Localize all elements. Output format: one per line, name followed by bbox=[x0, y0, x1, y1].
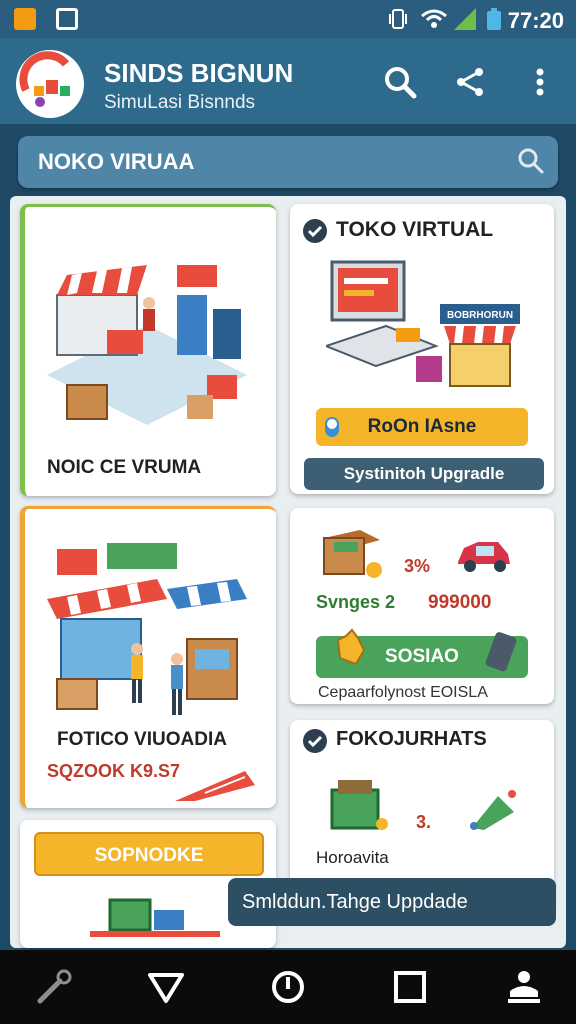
signal-icon bbox=[454, 8, 476, 30]
car-icon bbox=[458, 542, 510, 572]
card-4-stat-label: Svnges 2 bbox=[316, 592, 396, 612]
card-4-percent: 3% bbox=[404, 556, 431, 576]
check-badge-icon-2 bbox=[303, 729, 327, 753]
phone-icon bbox=[485, 632, 517, 672]
toko-virtual-run-button[interactable]: RoOn IAsne bbox=[316, 408, 528, 446]
notification-app-icon bbox=[14, 8, 36, 30]
app-logo bbox=[16, 50, 84, 118]
card-6-footer: Horoavita bbox=[316, 848, 389, 867]
crate-icon bbox=[323, 530, 382, 578]
card-6-title: FOKOJURHATS bbox=[336, 728, 487, 750]
upgrade-button[interactable]: Smlddun.Tahge Uppdade bbox=[228, 878, 556, 926]
search-input[interactable]: NOKO VIRUAA bbox=[38, 149, 194, 175]
notification-screen-icon bbox=[56, 8, 78, 30]
app-bar: SINDS BIGNUN SimuLasi Bisnnds bbox=[0, 38, 576, 124]
card-4-stat-value: 999000 bbox=[428, 592, 492, 613]
store-card-1[interactable]: NOIC CE VRUMA bbox=[20, 204, 276, 496]
market-stall-illustration bbox=[47, 543, 247, 715]
store-card-3[interactable]: FOTICO VIUOADIA SQZOOK K9.S7 bbox=[20, 506, 276, 808]
store-card-toko-virtual[interactable]: TOKO VIRTUAL BOBRHORUN RoOn IAsne Systin… bbox=[290, 204, 554, 494]
recent-apps-icon[interactable] bbox=[390, 967, 430, 1007]
content-area: NOIC CE VRUMA TOKO VIRTUAL BOBRHORUN RoO… bbox=[10, 196, 566, 948]
furniture-illustration bbox=[90, 898, 220, 937]
card-2-title: TOKO VIRTUAL bbox=[336, 218, 494, 241]
navigation-bar bbox=[0, 950, 576, 1024]
search-icon[interactable] bbox=[380, 64, 420, 104]
card-3-caption: FOTICO VIUOADIA bbox=[57, 729, 227, 750]
tool-icon[interactable] bbox=[34, 967, 74, 1007]
cart-icon bbox=[330, 780, 388, 830]
search-field-icon[interactable] bbox=[516, 146, 546, 176]
search-bar[interactable]: NOKO VIRUAA bbox=[18, 136, 558, 188]
card-6-number: 3. bbox=[416, 812, 432, 832]
home-icon[interactable] bbox=[268, 967, 308, 1007]
card-3-price: SQZOOK K9.S7 bbox=[47, 761, 181, 781]
vibrate-icon bbox=[389, 9, 407, 29]
status-time: 77:20 bbox=[507, 8, 564, 33]
truck-icon bbox=[175, 771, 255, 801]
toko-virtual-upgrade-button[interactable]: Systinitoh Upgradle bbox=[304, 458, 544, 490]
back-icon[interactable] bbox=[146, 967, 186, 1007]
store-sign-text: BOBRHORUN bbox=[447, 310, 513, 321]
tag-icon bbox=[470, 790, 516, 830]
battery-icon bbox=[487, 8, 501, 30]
share-icon[interactable] bbox=[450, 64, 490, 104]
toggle-icon bbox=[325, 417, 339, 437]
check-badge-icon bbox=[303, 219, 327, 243]
status-bar: 77:20 bbox=[0, 0, 576, 38]
wifi-icon bbox=[421, 9, 447, 28]
store-illustration bbox=[47, 265, 247, 425]
computer-store-illustration: BOBRHORUN bbox=[326, 260, 520, 387]
accessibility-icon[interactable] bbox=[504, 967, 544, 1007]
hand-icon bbox=[336, 628, 366, 666]
app-subtitle: SimuLasi Bisnnds bbox=[104, 92, 256, 113]
store-card-stats[interactable]: 3% Svnges 2 999000 SOSIAO Cepaarfolynost… bbox=[290, 508, 554, 704]
card-4-footer: Cepaarfolynost EOISLA bbox=[318, 684, 488, 701]
card-5-button[interactable]: SOPNODKE bbox=[34, 832, 264, 876]
card-1-caption: NOIC CE VRUMA bbox=[47, 457, 202, 478]
app-title: SINDS BIGNUN bbox=[104, 58, 294, 88]
more-vert-icon[interactable] bbox=[520, 64, 560, 104]
